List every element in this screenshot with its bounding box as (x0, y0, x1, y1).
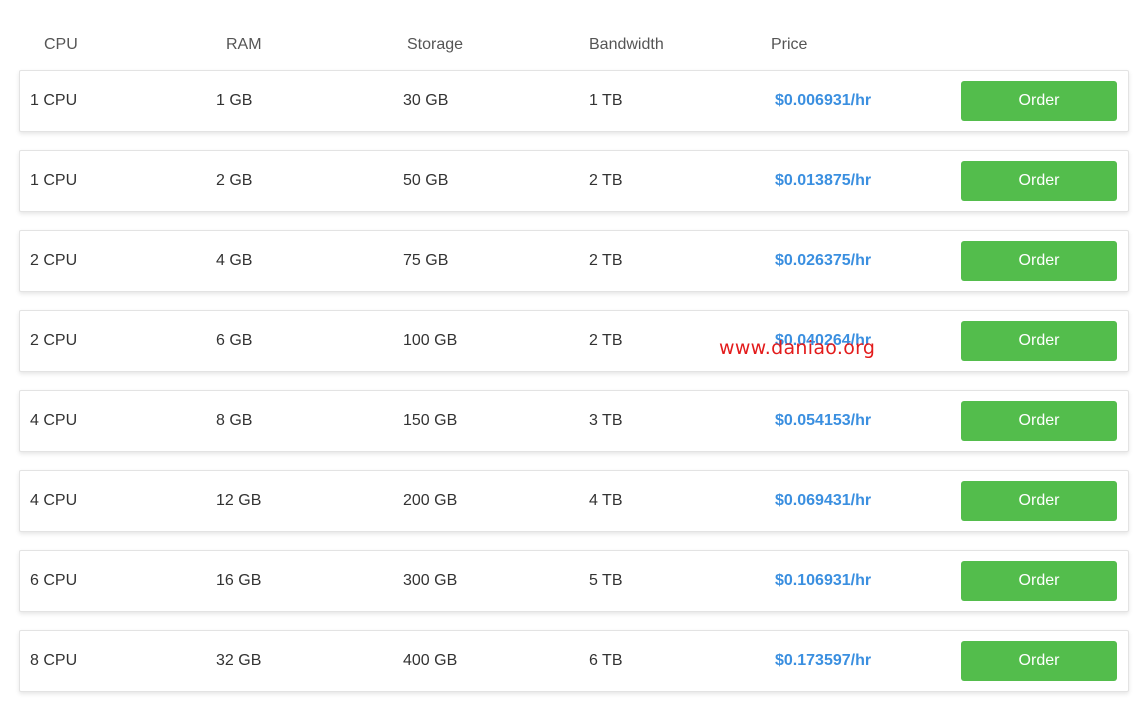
plan-cpu: 6 CPU (30, 572, 78, 589)
plan-bandwidth: 2 TB (589, 172, 623, 189)
plan-row: 8 CPU 32 GB 400 GB 6 TB $0.173597/hr Ord… (19, 630, 1129, 692)
plan-ram: 16 GB (216, 572, 262, 589)
header-ram: RAM (226, 36, 262, 53)
plan-bandwidth: 6 TB (589, 652, 623, 669)
plan-ram: 2 GB (216, 172, 253, 189)
plan-price: $0.069431/hr (775, 492, 872, 509)
plan-ram: 1 GB (216, 92, 253, 109)
plan-cpu: 4 CPU (30, 412, 78, 429)
header-bandwidth: Bandwidth (589, 36, 664, 53)
plan-ram: 8 GB (216, 412, 253, 429)
plan-cpu: 2 CPU (30, 252, 78, 269)
plan-price: $0.054153/hr (775, 412, 872, 429)
plan-bandwidth: 2 TB (589, 252, 623, 269)
plan-price: $0.106931/hr (775, 572, 872, 589)
table-header: CPU RAM Storage Bandwidth Price (0, 0, 1148, 70)
order-button[interactable]: Order (961, 481, 1117, 521)
plan-storage: 400 GB (403, 652, 458, 669)
plan-row: 1 CPU 2 GB 50 GB 2 TB $0.013875/hr Order (19, 150, 1129, 212)
order-button[interactable]: Order (961, 81, 1117, 121)
order-button[interactable]: Order (961, 401, 1117, 441)
plan-bandwidth: 5 TB (589, 572, 623, 589)
plan-ram: 6 GB (216, 332, 253, 349)
order-button[interactable]: Order (961, 241, 1117, 281)
plan-row: 4 CPU 8 GB 150 GB 3 TB $0.054153/hr Orde… (19, 390, 1129, 452)
plan-storage: 50 GB (403, 172, 449, 189)
plan-cpu: 1 CPU (30, 172, 78, 189)
plan-bandwidth: 3 TB (589, 412, 623, 429)
plan-row: 4 CPU 12 GB 200 GB 4 TB $0.069431/hr Ord… (19, 470, 1129, 532)
plan-bandwidth: 1 TB (589, 92, 623, 109)
plan-cpu: 8 CPU (30, 652, 78, 669)
order-button[interactable]: Order (961, 321, 1117, 361)
header-storage: Storage (407, 36, 464, 53)
plan-storage: 100 GB (403, 332, 458, 349)
plan-storage: 30 GB (403, 92, 449, 109)
plan-row: 1 CPU 1 GB 30 GB 1 TB $0.006931/hr Order (19, 70, 1129, 132)
plan-list: 1 CPU 1 GB 30 GB 1 TB $0.006931/hr Order… (19, 70, 1129, 710)
plan-row: 2 CPU 6 GB 100 GB 2 TB $0.040264/hr Orde… (19, 310, 1129, 372)
order-button[interactable]: Order (961, 641, 1117, 681)
plan-price: $0.173597/hr (775, 652, 872, 669)
watermark-text: www.daniao.org (719, 337, 876, 359)
plan-ram: 4 GB (216, 252, 253, 269)
plan-bandwidth: 4 TB (589, 492, 623, 509)
plan-storage: 300 GB (403, 572, 458, 589)
plan-bandwidth: 2 TB (589, 332, 623, 349)
plan-cpu: 2 CPU (30, 332, 78, 349)
plan-row: 2 CPU 4 GB 75 GB 2 TB $0.026375/hr Order (19, 230, 1129, 292)
plan-ram: 32 GB (216, 652, 262, 669)
header-cpu: CPU (44, 36, 78, 53)
order-button[interactable]: Order (961, 561, 1117, 601)
order-button[interactable]: Order (961, 161, 1117, 201)
plan-ram: 12 GB (216, 492, 262, 509)
header-price: Price (771, 36, 808, 53)
plan-storage: 75 GB (403, 252, 449, 269)
plan-storage: 150 GB (403, 412, 458, 429)
plan-price: $0.006931/hr (775, 92, 872, 109)
plan-price: $0.026375/hr (775, 252, 872, 269)
plan-storage: 200 GB (403, 492, 458, 509)
plan-price: $0.013875/hr (775, 172, 872, 189)
plan-cpu: 1 CPU (30, 92, 78, 109)
plan-cpu: 4 CPU (30, 492, 78, 509)
plan-row: 6 CPU 16 GB 300 GB 5 TB $0.106931/hr Ord… (19, 550, 1129, 612)
